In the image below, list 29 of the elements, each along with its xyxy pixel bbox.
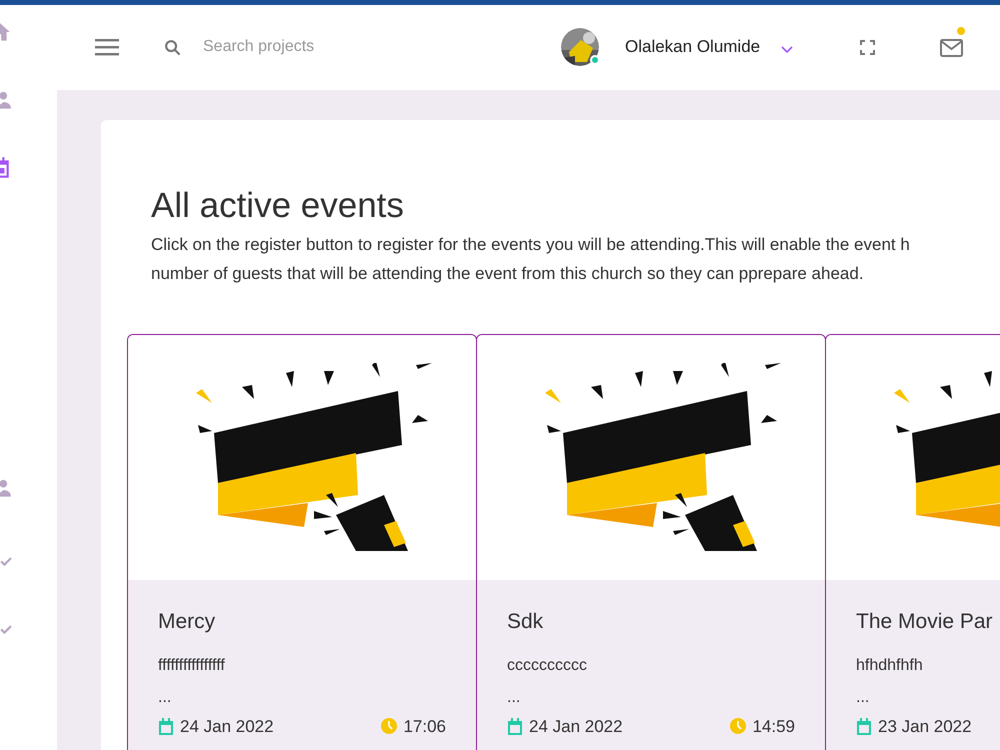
event-date: 24 Jan 2022 [180,716,274,738]
event-title: The Movie Par [856,609,994,635]
event-date: 23 Jan 2022 [878,716,972,738]
event-card[interactable]: Mercy ffffffffffffffff ... 24 Jan 2022 17:06 [127,334,477,750]
mail-icon[interactable] [940,39,963,57]
menu-icon[interactable] [95,39,119,56]
ellipsis-text: ... [507,688,522,708]
event-time: 17:06 [403,716,446,738]
event-description: cccccccccc [507,656,588,676]
event-title: Mercy [158,609,216,635]
page-title: All active events [151,186,405,226]
chevron-down-icon[interactable] [781,46,793,54]
ellipsis-text: ... [856,688,870,708]
event-card[interactable]: The Movie Par hfhdhfhfh ... 23 Jan 2022 [825,334,1000,750]
ellipsis-text: ... [158,688,172,708]
event-description: hfhdhfhfh [856,656,924,676]
fullscreen-icon[interactable] [860,40,875,55]
event-description: ffffffffffffffff [158,656,226,676]
user-name[interactable]: Olalekan Olumide [625,34,760,60]
event-time: 14:59 [752,716,795,738]
event-date: 24 Jan 2022 [529,716,623,738]
search-icon [164,39,181,56]
event-title: Sdk [507,609,544,635]
search-field[interactable]: Search projects [203,32,463,62]
intro-text: Click on the register button to register for the events you will be attending.This will enable the event h [151,234,911,256]
clock-icon [381,718,398,734]
event-card[interactable]: Sdk cccccccccc ... 24 Jan 2022 14:59 [476,334,826,750]
intro-text: number of guests that will be attending the event from this church so they can pprepare ahead. [151,263,865,285]
clock-icon [730,718,746,734]
